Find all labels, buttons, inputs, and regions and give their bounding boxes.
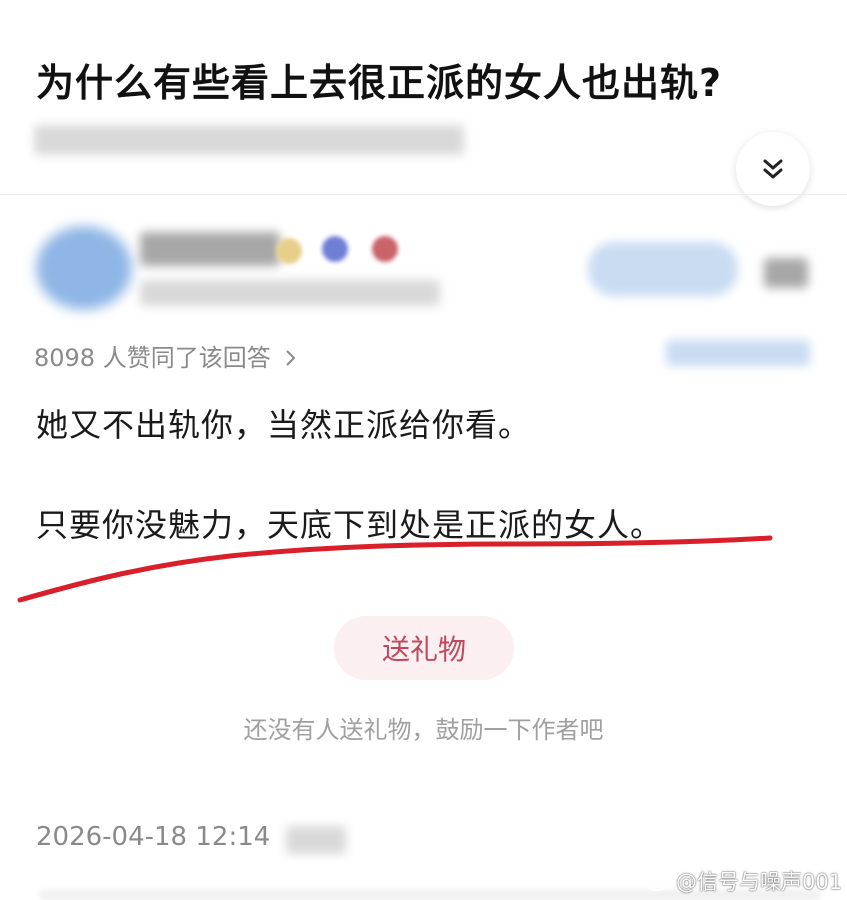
red-underline-annotation xyxy=(17,535,773,603)
badge-icon xyxy=(322,236,348,262)
badge-icon xyxy=(276,238,302,264)
author-bio-blurred xyxy=(140,280,440,306)
badge-icon xyxy=(372,236,398,262)
question-meta-blurred xyxy=(34,125,464,155)
location-blurred xyxy=(286,826,346,854)
weibo-icon xyxy=(646,872,671,891)
double-chevron-down-icon xyxy=(763,159,783,179)
follow-button-blurred[interactable] xyxy=(588,242,738,296)
header-divider xyxy=(0,194,847,195)
question-title: 为什么有些看上去很正派的女人也出轨? xyxy=(36,61,723,105)
gift-hint: 还没有人送礼物，鼓励一下作者吧 xyxy=(243,716,604,744)
answer-meta-blurred xyxy=(666,340,810,366)
watermark-text: @信号与噪声001 xyxy=(676,870,843,894)
more-button-blurred[interactable] xyxy=(764,258,808,288)
chevron-right-icon xyxy=(286,350,296,366)
avatar[interactable] xyxy=(36,226,132,310)
like-count[interactable]: 8098 人赞同了该回答 xyxy=(34,338,298,373)
answer-paragraph-1: 她又不出轨你，当然正派给你看。 xyxy=(36,406,532,444)
author-name-blurred[interactable] xyxy=(140,232,280,266)
send-gift-button[interactable]: 送礼物 xyxy=(334,616,514,680)
watermark: @信号与噪声001 xyxy=(646,866,842,896)
answer-timestamp: 2026-04-18 12:14 xyxy=(36,822,271,852)
like-count-text: 8098 人赞同了该回答 xyxy=(34,344,271,372)
